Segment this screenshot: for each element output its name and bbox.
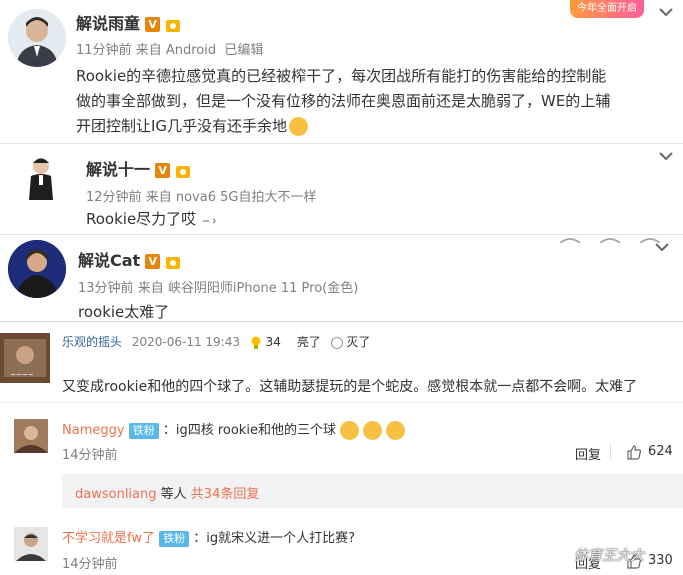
time: 12分钟前 [86, 190, 142, 205]
sigh-emoji-icon [202, 217, 216, 224]
source-prefix: 来自 [135, 43, 162, 58]
off-button[interactable]: 灭了 [346, 335, 370, 349]
author-name[interactable]: 解说雨童 [76, 14, 140, 33]
reply-author[interactable]: Nameggy [62, 423, 125, 438]
watermark: 体育王大大 [574, 548, 644, 564]
like-count: 34 [265, 335, 281, 349]
level-badge-icon [175, 163, 191, 179]
avatar[interactable] [8, 240, 66, 298]
more-replies-link[interactable]: 共34条回复 [191, 487, 260, 502]
fan-badge: 铁粉 [128, 422, 159, 439]
reply-text: ：ig就宋义进一个人打比赛? [193, 531, 356, 546]
verified-v-icon: V [145, 17, 161, 32]
user-portrait-icon [14, 527, 48, 561]
edited-label: 已编辑 [224, 43, 264, 58]
surprised-emoji-icon [386, 421, 406, 440]
reply-text-row: Nameggy 铁粉 ：ig四核 rookie和他的三个球 [62, 419, 406, 440]
reply-time: 14分钟前 [62, 557, 118, 572]
user-portrait-icon [14, 419, 48, 453]
avatar[interactable] [14, 419, 48, 453]
author-name[interactable]: 解说十一 [86, 160, 150, 179]
reply-author[interactable]: 不学习就是fw了 [62, 531, 155, 546]
text-line: 做的事全部做到，但是一个没有位移的法师在奥恩面前还是太脆弱了，WE的上辅 [76, 92, 611, 110]
chevron-down-icon[interactable] [657, 6, 675, 18]
chevron-down-icon[interactable] [653, 241, 671, 253]
comment-header: 解说Cat V [78, 247, 181, 271]
chevron-down-icon[interactable] [657, 150, 675, 162]
post-text: 又变成rookie和他的四个球了。这辅助瑟提玩的是个蛇皮。感觉根本就一点都不会啊… [62, 379, 638, 395]
source-prefix: 来自 [137, 281, 164, 296]
comment-meta: 11分钟前 来自 Android 已编辑 [76, 39, 263, 58]
source: Android [165, 43, 217, 58]
surprised-emoji-icon [340, 421, 360, 440]
user-portrait-icon [29, 158, 53, 200]
reply-text-row: 不学习就是fw了 铁粉 ：ig就宋义进一个人打比赛? [62, 527, 355, 547]
comment-header: 解说十一 V [86, 156, 191, 180]
time: 13分钟前 [78, 281, 134, 296]
lightbulb-icon[interactable] [250, 336, 262, 350]
partial-icons-row [559, 228, 683, 244]
post-header: 乐观的摇头 2020-06-11 19:43 34 亮了 灭了 [62, 333, 370, 350]
svg-text:~~~~: ~~~~ [10, 371, 34, 379]
user-portrait-icon [8, 9, 66, 67]
verified-v-icon: V [145, 254, 161, 269]
post-datetime: 2020-06-11 19:43 [131, 335, 240, 349]
user-portrait-icon: ~~~~ [0, 333, 50, 383]
avatar[interactable] [16, 152, 66, 202]
author-name[interactable]: 解说Cat [78, 251, 140, 270]
verified-v-icon: V [155, 163, 171, 178]
time: 11分钟前 [76, 43, 132, 58]
level-badge-icon [165, 17, 181, 33]
source: nova6 5G自拍大不一样 [175, 190, 317, 205]
reply-time: 14分钟前 [62, 448, 118, 463]
reply-like-count: 624 [648, 444, 673, 459]
user-portrait-icon [8, 240, 66, 298]
reply-text: ：ig四核 rookie和他的三个球 [162, 423, 336, 438]
comment-header: 解说雨童 V [76, 10, 181, 34]
source-prefix: 来自 [145, 190, 172, 205]
avatar[interactable] [8, 9, 66, 67]
reply-like-count: 330 [648, 553, 673, 568]
surprised-emoji-icon [363, 421, 383, 440]
source: 峡谷阴阳师iPhone 11 Pro(金色) [167, 281, 359, 296]
reply-author[interactable]: dawsonliang [75, 487, 157, 502]
text-line: Rookie的辛德拉感觉真的已经被榨干了，每次团战所有能打的伤害能给的控制能 [76, 67, 607, 85]
banner-text: 今年全面开启 [577, 3, 637, 14]
comment-meta: 13分钟前 来自 峡谷阴阳师iPhone 11 Pro(金色) [78, 277, 358, 296]
reply-text: 等人 [160, 487, 187, 502]
level-badge-icon [165, 254, 181, 270]
thumbs-up-icon[interactable] [626, 444, 642, 460]
comment-text: Rookie的辛德拉感觉真的已经被榨干了，每次团战所有能打的伤害能给的控制能 做… [76, 64, 676, 139]
more-replies-row: dawsonliang 等人 共34条回复 [75, 483, 259, 502]
fan-badge: 铁粉 [159, 530, 190, 547]
promo-banner[interactable]: 今年全面开启 [570, 0, 644, 18]
avatar[interactable] [14, 527, 48, 561]
light-button[interactable]: 亮了 [297, 335, 321, 349]
crying-emoji-icon [289, 117, 309, 136]
reply-button[interactable]: 回复 [575, 444, 601, 463]
avatar[interactable]: ~~~~ [0, 333, 50, 383]
text-line: 开团控制让IG几乎没有还手余地 [76, 114, 676, 139]
comment-meta: 12分钟前 来自 nova6 5G自拍大不一样 [86, 186, 316, 205]
author-name[interactable]: 乐观的摇头 [62, 335, 122, 349]
comment-text: rookie太难了 [78, 303, 170, 321]
dislike-icon[interactable] [330, 336, 343, 349]
comment-text: Rookie尽力了哎 [86, 208, 219, 229]
